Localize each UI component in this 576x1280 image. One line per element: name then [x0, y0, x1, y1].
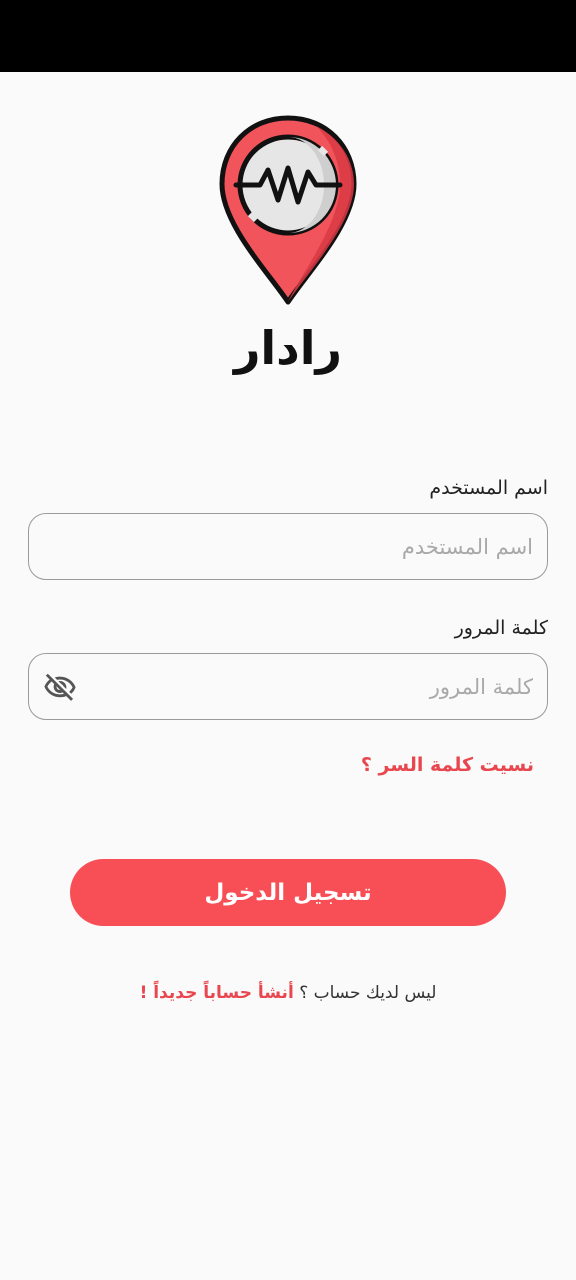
- password-label: كلمة المرور: [454, 617, 548, 639]
- username-field[interactable]: [28, 513, 548, 580]
- signup-row: ليس لديك حساب ؟ أنشأ حساباً جديداً !: [0, 983, 576, 1003]
- app-title: رادار: [233, 321, 343, 375]
- eye-off-icon[interactable]: [43, 671, 77, 705]
- status-bar: [0, 0, 576, 72]
- username-label: اسم المستخدم: [429, 477, 548, 499]
- username-input[interactable]: [43, 514, 533, 579]
- forgot-password-link[interactable]: نسيت كلمة السر ؟: [361, 754, 534, 776]
- signup-prompt: ليس لديك حساب ؟: [299, 983, 437, 1003]
- login-button[interactable]: تسجيل الدخول: [70, 859, 506, 926]
- password-field[interactable]: [28, 653, 548, 720]
- password-input[interactable]: [99, 654, 533, 719]
- create-account-link[interactable]: أنشأ حساباً جديداً !: [140, 983, 294, 1003]
- radar-logo-icon: [219, 115, 357, 305]
